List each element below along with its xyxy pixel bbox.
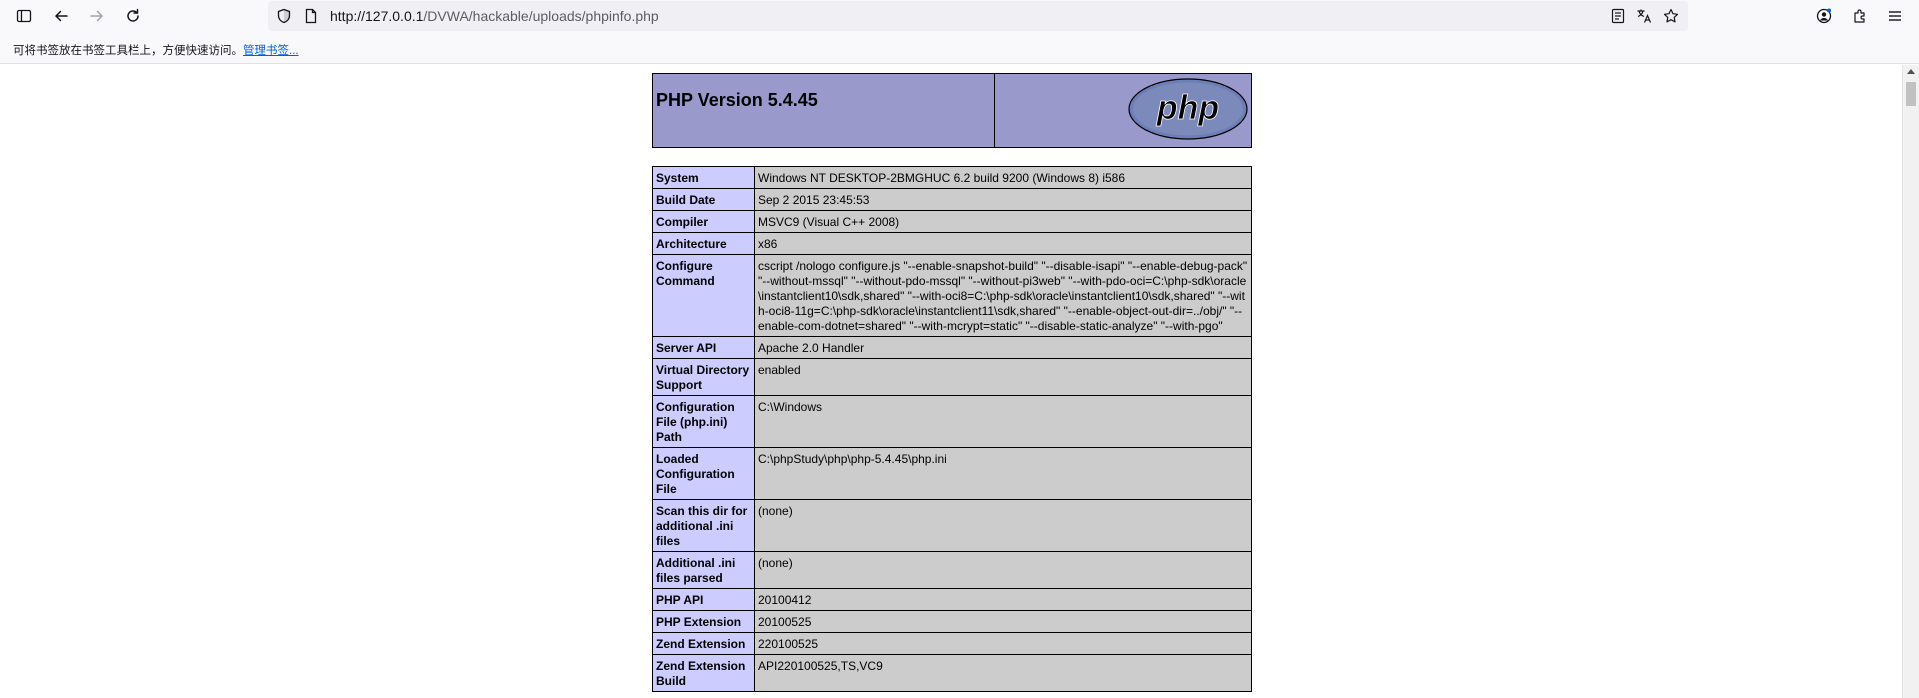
phpinfo-key: Scan this dir for additional .ini files: [652, 499, 755, 552]
url-host: http://127.0.0.1: [330, 8, 424, 24]
phpinfo-key: Configuration File (php.ini) Path: [652, 395, 755, 448]
page-info-icon[interactable]: [303, 8, 319, 24]
phpinfo-center: PHP Version 5.4.45 php System Windows NT …: [652, 73, 1253, 692]
forward-icon[interactable]: [85, 4, 109, 28]
phpinfo-key: PHP API: [652, 588, 755, 611]
reader-view-icon[interactable]: [1610, 8, 1626, 24]
bookmarks-hint: 可将书签放在书签工具栏上，方便快速访问。管理书签...: [13, 42, 299, 58]
translate-icon[interactable]: [1636, 8, 1652, 24]
phpinfo-value: enabled: [754, 358, 1252, 396]
phpinfo-row: Compiler MSVC9 (Visual C++ 2008): [652, 210, 1252, 233]
phpinfo-row: Build Date Sep 2 2015 23:45:53: [652, 188, 1252, 211]
phpinfo-table: System Windows NT DESKTOP-2BMGHUC 6.2 bui…: [652, 166, 1252, 692]
phpinfo-value: (none): [754, 499, 1252, 552]
phpinfo-value: MSVC9 (Visual C++ 2008): [754, 210, 1252, 233]
phpinfo-key: PHP Extension: [652, 610, 755, 633]
url-path: /DVWA/hackable/uploads/phpinfo.php: [423, 8, 659, 24]
phpinfo-value: C:\Windows: [754, 395, 1252, 448]
phpinfo-row: Configure Command cscript /nologo configu…: [652, 254, 1252, 337]
extensions-icon[interactable]: [1848, 4, 1872, 28]
manage-bookmarks-link[interactable]: 管理书签...: [243, 45, 299, 57]
url-text[interactable]: http://127.0.0.1/DVWA/hackable/uploads/p…: [330, 8, 659, 24]
phpinfo-value: C:\phpStudy\php\php-5.4.45\php.ini: [754, 447, 1252, 500]
phpinfo-row: Scan this dir for additional .ini files(…: [652, 499, 1252, 552]
phpinfo-value: Apache 2.0 Handler: [754, 336, 1252, 359]
phpinfo-key: Loaded Configuration File: [652, 447, 755, 500]
phpinfo-row: Server API Apache 2.0 Handler: [652, 336, 1252, 359]
phpinfo-header-row: PHP Version 5.4.45 php: [652, 73, 1253, 148]
scrollbar-thumb[interactable]: [1906, 82, 1916, 106]
phpinfo-key: Configure Command: [652, 254, 755, 337]
phpinfo-row: Loaded Configuration File C:\phpStudy\php…: [652, 447, 1252, 500]
phpinfo-row: Architecture x86: [652, 232, 1252, 255]
tracking-protection-shield-icon[interactable]: [276, 8, 292, 24]
phpinfo-value: x86: [754, 232, 1252, 255]
account-icon[interactable]: [1812, 4, 1836, 28]
phpinfo-key: Compiler: [652, 210, 755, 233]
phpinfo-value: API220100525,TS,VC9: [754, 654, 1252, 692]
phpinfo-key: System: [652, 166, 755, 189]
php-logo-text: php: [1156, 89, 1219, 127]
phpinfo-key: Zend Extension: [652, 632, 755, 655]
phpinfo-header-table: PHP Version 5.4.45 php: [652, 73, 1253, 148]
phpinfo-key: Architecture: [652, 232, 755, 255]
php-logo[interactable]: php: [1128, 78, 1248, 140]
phpinfo-value: Sep 2 2015 23:45:53: [754, 188, 1252, 211]
table-gap: [652, 148, 1252, 166]
page-content: PHP Version 5.4.45 php System Windows NT …: [0, 65, 1902, 698]
reload-icon[interactable]: [121, 4, 145, 28]
phpinfo-row: Zend Extension Build API220100525,TS,VC9: [652, 654, 1252, 692]
bookmarks-toolbar: 可将书签放在书签工具栏上，方便快速访问。管理书签...: [0, 32, 1919, 64]
scroll-up-arrow-icon[interactable]: [1907, 69, 1915, 74]
php-logo-cell: php: [993, 73, 1253, 148]
menu-icon[interactable]: [1883, 4, 1907, 28]
phpinfo-row: Additional .ini files parsed (none): [652, 551, 1252, 589]
phpinfo-key: Additional .ini files parsed: [652, 551, 755, 589]
phpinfo-row: Virtual Directory Support enabled: [652, 358, 1252, 396]
phpinfo-row: Configuration File (php.ini) Path C:\Wind…: [652, 395, 1252, 448]
phpinfo-row: PHP Extension 20100525: [652, 610, 1252, 633]
phpinfo-value: 220100525: [754, 632, 1252, 655]
phpinfo-row: PHP API 20100412: [652, 588, 1252, 611]
phpinfo-key: Zend Extension Build: [652, 654, 755, 692]
phpinfo-key: Server API: [652, 336, 755, 359]
page-scrollbar[interactable]: [1902, 65, 1919, 698]
phpinfo-row: Zend Extension 220100525: [652, 632, 1252, 655]
phpinfo-rows: System Windows NT DESKTOP-2BMGHUC 6.2 bui…: [652, 166, 1252, 692]
phpinfo-row: System Windows NT DESKTOP-2BMGHUC 6.2 bui…: [652, 166, 1252, 189]
phpinfo-key: Build Date: [652, 188, 755, 211]
back-icon[interactable]: [49, 4, 73, 28]
phpinfo-value: cscript /nologo configure.js "--enable-s…: [754, 254, 1252, 337]
address-bar[interactable]: http://127.0.0.1/DVWA/hackable/uploads/p…: [268, 1, 1688, 31]
php-version-title: PHP Version 5.4.45: [652, 73, 995, 148]
php-version-heading: PHP Version 5.4.45: [656, 90, 818, 110]
phpinfo-value: 20100412: [754, 588, 1252, 611]
phpinfo-value: (none): [754, 551, 1252, 589]
phpinfo-value: Windows NT DESKTOP-2BMGHUC 6.2 build 920…: [754, 166, 1252, 189]
bookmarks-hint-text: 可将书签放在书签工具栏上，方便快速访问。: [13, 45, 243, 57]
phpinfo-value: 20100525: [754, 610, 1252, 633]
bookmark-star-icon[interactable]: [1663, 8, 1679, 24]
phpinfo-key: Virtual Directory Support: [652, 358, 755, 396]
browser-toolbar: http://127.0.0.1/DVWA/hackable/uploads/p…: [0, 0, 1919, 32]
sidebar-toggle-icon[interactable]: [12, 4, 36, 28]
